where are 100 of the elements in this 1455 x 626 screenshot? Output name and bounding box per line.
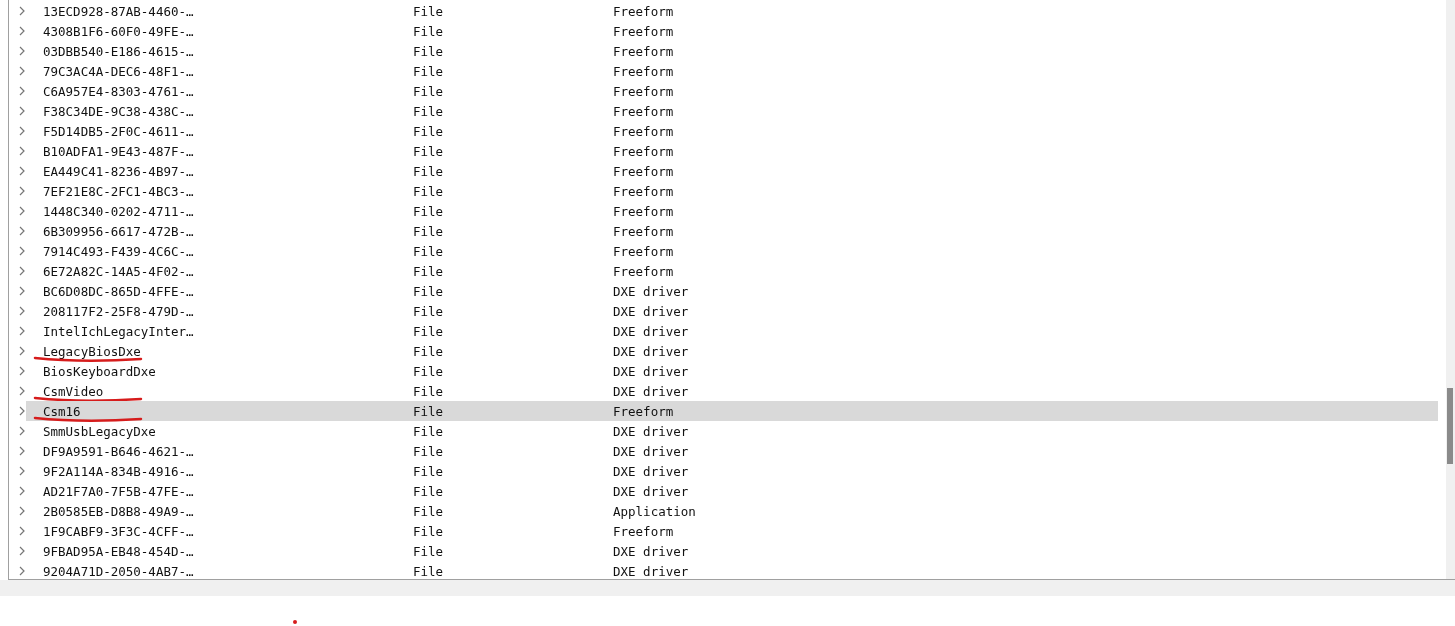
tree-row[interactable]: 9FBAD95A-EB48-454D-… File DXE driver (26, 541, 1438, 561)
item-type: File (413, 103, 445, 119)
item-subtype: Freeform (613, 63, 674, 79)
item-subtype: Freeform (613, 203, 674, 219)
tree-row[interactable]: EA449C41-8236-4B97-… File Freeform (26, 161, 1438, 181)
item-subtype: Freeform (613, 23, 674, 39)
item-subtype: DXE driver (613, 283, 689, 299)
item-type: File (413, 523, 445, 539)
item-type: File (413, 403, 445, 419)
item-type: File (413, 263, 445, 279)
item-subtype: Freeform (613, 523, 674, 539)
item-subtype: DXE driver (613, 343, 689, 359)
item-subtype: Freeform (613, 3, 674, 19)
item-name: SmmUsbLegacyDxe (42, 423, 157, 439)
item-type: File (413, 203, 445, 219)
tree-row[interactable]: F5D14DB5-2F0C-4611-… File Freeform (26, 121, 1438, 141)
item-subtype: Freeform (613, 83, 674, 99)
item-subtype: Freeform (613, 123, 674, 139)
item-subtype: Freeform (613, 243, 674, 259)
item-name: 1448C340-0202-4711-… (42, 203, 195, 219)
scrollbar-thumb[interactable] (1447, 388, 1453, 464)
item-subtype: DXE driver (613, 443, 689, 459)
item-name: Csm16 (42, 403, 82, 419)
item-subtype: Freeform (613, 223, 674, 239)
tree-row[interactable]: DF9A9591-B646-4621-… File DXE driver (26, 441, 1438, 461)
tree-row[interactable]: F38C34DE-9C38-438C-… File Freeform (26, 101, 1438, 121)
item-name: 1F9CABF9-3F3C-4CFF-… (42, 523, 195, 539)
tree-row[interactable]: 79C3AC4A-DEC6-48F1-… File Freeform (26, 61, 1438, 81)
item-name: 9F2A114A-834B-4916-… (42, 463, 195, 479)
item-subtype: DXE driver (613, 323, 689, 339)
item-subtype: DXE driver (613, 563, 689, 579)
item-name: 13ECD928-87AB-4460-… (42, 3, 195, 19)
tree-row[interactable]: BiosKeyboardDxe File DXE driver (26, 361, 1438, 381)
tree-row[interactable]: 208117F2-25F8-479D-… File DXE driver (26, 301, 1438, 321)
tree-row[interactable]: 6E72A82C-14A5-4F02-… File Freeform (26, 261, 1438, 281)
item-type: File (413, 243, 445, 259)
item-subtype: DXE driver (613, 543, 689, 559)
tree-row[interactable]: 6B309956-6617-472B-… File Freeform (26, 221, 1438, 241)
item-type: File (413, 463, 445, 479)
item-type: File (413, 43, 445, 59)
item-name: 79C3AC4A-DEC6-48F1-… (42, 63, 195, 79)
tree-row[interactable]: 1F9CABF9-3F3C-4CFF-… File Freeform (26, 521, 1438, 541)
item-name: BC6D08DC-865D-4FFE-… (42, 283, 195, 299)
item-name: 208117F2-25F8-479D-… (42, 303, 195, 319)
item-type: File (413, 483, 445, 499)
tree-row[interactable]: SmmUsbLegacyDxe File DXE driver (26, 421, 1438, 441)
item-name: 4308B1F6-60F0-49FE-… (42, 23, 195, 39)
item-type: File (413, 303, 445, 319)
item-name: B10ADFA1-9E43-487F-… (42, 143, 195, 159)
item-name: 9204A71D-2050-4AB7-… (42, 563, 195, 579)
tree-row[interactable]: 7EF21E8C-2FC1-4BC3-… File Freeform (26, 181, 1438, 201)
item-name: 7EF21E8C-2FC1-4BC3-… (42, 183, 195, 199)
tree-row[interactable]: 2B0585EB-D8B8-49A9-… File Application (26, 501, 1438, 521)
tree-row[interactable]: BC6D08DC-865D-4FFE-… File DXE driver (26, 281, 1438, 301)
item-subtype: Freeform (613, 43, 674, 59)
item-name: F5D14DB5-2F0C-4611-… (42, 123, 195, 139)
item-type: File (413, 143, 445, 159)
item-subtype: Freeform (613, 263, 674, 279)
item-type: File (413, 223, 445, 239)
tree-row[interactable]: AD21F7A0-7F5B-47FE-… File DXE driver (26, 481, 1438, 501)
tree-row[interactable]: CsmVideo File DXE driver (26, 381, 1438, 401)
item-subtype: DXE driver (613, 383, 689, 399)
item-subtype: Freeform (613, 143, 674, 159)
item-name: C6A957E4-8303-4761-… (42, 83, 195, 99)
item-subtype: DXE driver (613, 423, 689, 439)
item-subtype: DXE driver (613, 483, 689, 499)
item-name: 7914C493-F439-4C6C-… (42, 243, 195, 259)
tree-row[interactable]: LegacyBiosDxe File DXE driver (26, 341, 1438, 361)
item-name: DF9A9591-B646-4621-… (42, 443, 195, 459)
item-type: File (413, 383, 445, 399)
item-subtype: DXE driver (613, 463, 689, 479)
tree-row[interactable]: 7914C493-F439-4C6C-… File Freeform (26, 241, 1438, 261)
item-subtype: Application (613, 503, 696, 519)
tree-row[interactable]: 1448C340-0202-4711-… File Freeform (26, 201, 1438, 221)
tree-row[interactable]: 03DBB540-E186-4615-… File Freeform (26, 41, 1438, 61)
item-type: File (413, 3, 445, 19)
tree-row[interactable]: IntelIchLegacyInter… File DXE driver (26, 321, 1438, 341)
item-type: File (413, 163, 445, 179)
tree-row[interactable]: B10ADFA1-9E43-487F-… File Freeform (26, 141, 1438, 161)
tree-row[interactable]: 13ECD928-87AB-4460-… File Freeform (26, 1, 1438, 21)
tree-row[interactable]: C6A957E4-8303-4761-… File Freeform (26, 81, 1438, 101)
item-name: IntelIchLegacyInter… (42, 323, 195, 339)
item-subtype: Freeform (613, 163, 674, 179)
item-subtype: DXE driver (613, 303, 689, 319)
item-subtype: DXE driver (613, 363, 689, 379)
tree-row[interactable]: 9204A71D-2050-4AB7-… File DXE driver (26, 561, 1438, 581)
item-type: File (413, 503, 445, 519)
item-type: File (413, 343, 445, 359)
item-type: File (413, 283, 445, 299)
tree-row[interactable]: 9F2A114A-834B-4916-… File DXE driver (26, 461, 1438, 481)
item-name: 6B309956-6617-472B-… (42, 223, 195, 239)
item-type: File (413, 443, 445, 459)
scrollbar[interactable] (1446, 0, 1455, 579)
item-name: 2B0585EB-D8B8-49A9-… (42, 503, 195, 519)
item-type: File (413, 423, 445, 439)
tree-row[interactable]: 4308B1F6-60F0-49FE-… File Freeform (26, 21, 1438, 41)
item-name: LegacyBiosDxe (42, 343, 142, 359)
item-name: BiosKeyboardDxe (42, 363, 157, 379)
item-type: File (413, 543, 445, 559)
item-name: F38C34DE-9C38-438C-… (42, 103, 195, 119)
